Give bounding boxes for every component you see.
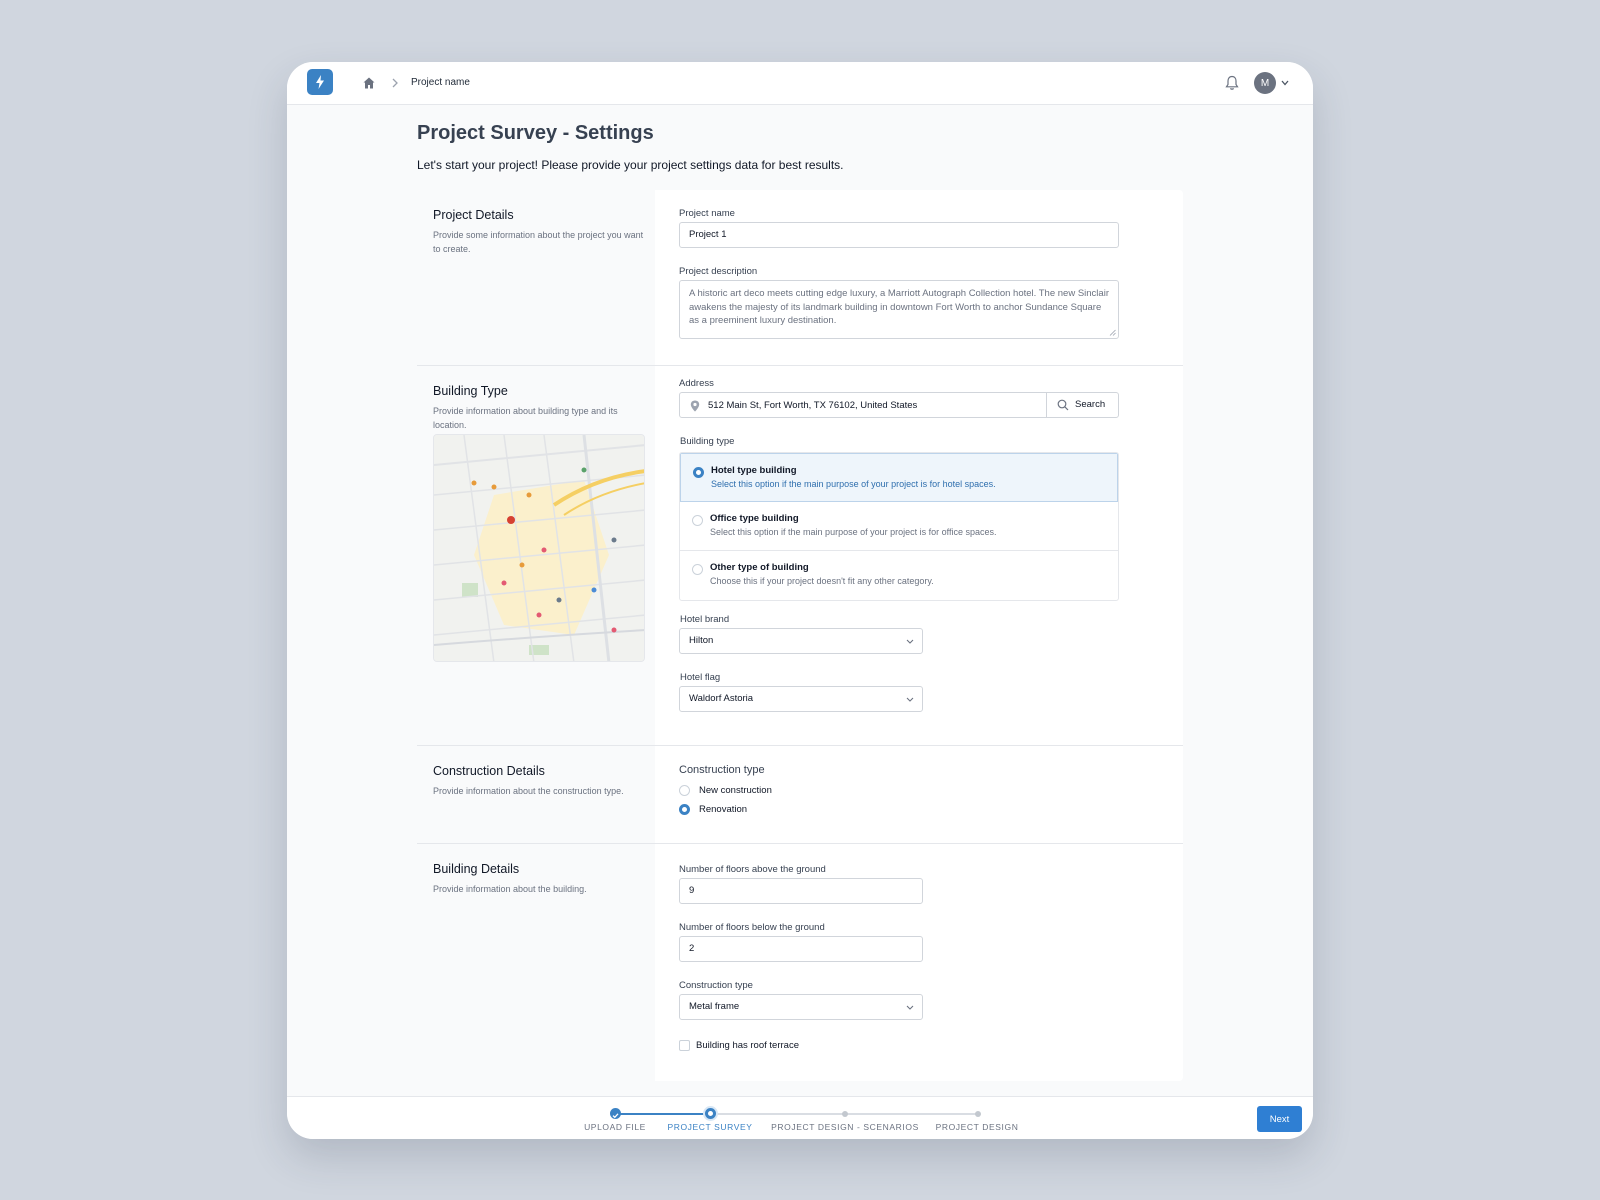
step-project-design[interactable]: PROJECT DESIGN (936, 1122, 1019, 1132)
floors-above-label: Number of floors above the ground (679, 864, 826, 875)
section-description: Provide information about the constructi… (433, 786, 624, 796)
construction-material-label: Construction type (679, 980, 753, 991)
option-title: Other type of building (710, 562, 809, 573)
project-details-section: Project Details Provide some information… (417, 190, 1183, 366)
bolt-icon (316, 75, 324, 89)
search-button-label: Search (1075, 399, 1106, 410)
construction-material-value: Metal frame (689, 1001, 740, 1012)
floors-below-input[interactable]: 2 (679, 936, 923, 962)
option-description: Select this option if the main purpose o… (711, 479, 996, 489)
project-name-input[interactable]: Project 1 (679, 222, 1119, 248)
step-project-survey[interactable]: PROJECT SURVEY (667, 1122, 752, 1132)
radio-empty-icon[interactable] (692, 564, 703, 575)
home-icon[interactable] (363, 77, 375, 89)
step-project-design-scenarios[interactable]: PROJECT DESIGN - SCENARIOS (771, 1122, 919, 1132)
building-type-section: Building Type Provide information about … (417, 366, 1183, 746)
page-title: Project Survey - Settings (417, 122, 654, 144)
address-field[interactable]: 512 Main St, Fort Worth, TX 76102, Unite… (679, 392, 1119, 418)
chevron-down-icon (906, 1005, 914, 1010)
hotel-brand-label: Hotel brand (680, 614, 730, 625)
option-description: Select this option if the main purpose o… (710, 527, 997, 537)
user-avatar[interactable]: M (1254, 72, 1276, 94)
stepper-track-done (615, 1113, 711, 1115)
settings-card: Project Details Provide some information… (417, 190, 1183, 1081)
project-description-text: A historic art deco meets cutting edge l… (689, 288, 1109, 326)
radio-selected-icon[interactable] (679, 804, 690, 815)
step-todo-dot-icon[interactable] (975, 1111, 981, 1117)
option-label: Renovation (699, 804, 748, 815)
top-bar: Project name M (287, 62, 1313, 105)
building-type-label: Building type (680, 436, 735, 447)
option-description: Choose this if your project doesn't fit … (710, 576, 934, 586)
section-description: Provide information about building type … (433, 406, 618, 430)
construction-material-select[interactable]: Metal frame (679, 994, 923, 1020)
hotel-brand-value: Hilton (689, 635, 714, 646)
section-title: Building Details (433, 862, 520, 876)
option-title: Hotel type building (711, 465, 797, 476)
option-hotel-building[interactable]: Hotel type building Select this option i… (680, 453, 1118, 502)
app-logo[interactable] (307, 69, 333, 95)
search-icon (1057, 399, 1069, 411)
address-search-button[interactable]: Search (1046, 393, 1118, 417)
option-title: Office type building (710, 513, 799, 524)
address-value: 512 Main St, Fort Worth, TX 76102, Unite… (708, 400, 918, 411)
resize-handle-icon[interactable] (1109, 329, 1116, 336)
map-graphic (434, 435, 644, 661)
hotel-flag-value: Waldorf Astoria (689, 693, 754, 704)
page-subtitle: Let's start your project! Please provide… (417, 158, 844, 172)
project-description-label: Project description (679, 266, 758, 277)
option-label: New construction (699, 785, 772, 796)
construction-type-label: Construction type (679, 764, 765, 776)
hotel-flag-label: Hotel flag (680, 672, 721, 683)
roof-terrace-label[interactable]: Building has roof terrace (696, 1040, 799, 1051)
step-todo-dot-icon[interactable] (842, 1111, 848, 1117)
chevron-down-icon (906, 697, 914, 702)
section-description: Provide information about the building. (433, 884, 587, 894)
bell-icon[interactable] (1225, 75, 1239, 91)
construction-details-section: Construction Details Provide information… (417, 746, 1183, 844)
building-type-options: Hotel type building Select this option i… (679, 452, 1119, 601)
chevron-right-icon (392, 78, 398, 88)
next-button[interactable]: Next (1257, 1106, 1302, 1132)
floors-above-input[interactable]: 9 (679, 878, 923, 904)
app-window: Project name M Project Survey - Settings… (287, 62, 1313, 1139)
chevron-down-icon (906, 639, 914, 644)
footer-bar: UPLOAD FILE PROJECT SURVEY PROJECT DESIG… (287, 1096, 1313, 1139)
option-office-building[interactable]: Office type building Select this option … (680, 502, 1118, 551)
section-title: Building Type (433, 384, 508, 398)
section-description: Provide some information about the proje… (433, 230, 644, 254)
location-map[interactable] (433, 434, 645, 662)
radio-selected-icon[interactable] (693, 467, 704, 478)
project-name-label: Project name (679, 208, 735, 219)
building-details-section: Building Details Provide information abo… (417, 844, 1183, 1081)
section-title: Construction Details (433, 764, 545, 778)
radio-empty-icon[interactable] (679, 785, 690, 796)
project-description-textarea[interactable]: A historic art deco meets cutting edge l… (679, 280, 1119, 339)
radio-empty-icon[interactable] (692, 515, 703, 526)
step-current-dot-icon[interactable] (705, 1108, 716, 1119)
chevron-down-icon[interactable] (1281, 80, 1289, 86)
option-other-building[interactable]: Other type of building Choose this if yo… (680, 551, 1118, 600)
roof-terrace-checkbox[interactable] (679, 1040, 690, 1051)
hotel-flag-select[interactable]: Waldorf Astoria (679, 686, 923, 712)
step-done-check-icon[interactable] (610, 1108, 621, 1119)
step-upload-file[interactable]: UPLOAD FILE (584, 1122, 646, 1132)
breadcrumb-current[interactable]: Project name (411, 77, 470, 88)
hotel-brand-select[interactable]: Hilton (679, 628, 923, 654)
section-title: Project Details (433, 208, 514, 222)
location-pin-icon (690, 400, 700, 412)
address-label: Address (679, 378, 714, 389)
floors-below-label: Number of floors below the ground (679, 922, 825, 933)
